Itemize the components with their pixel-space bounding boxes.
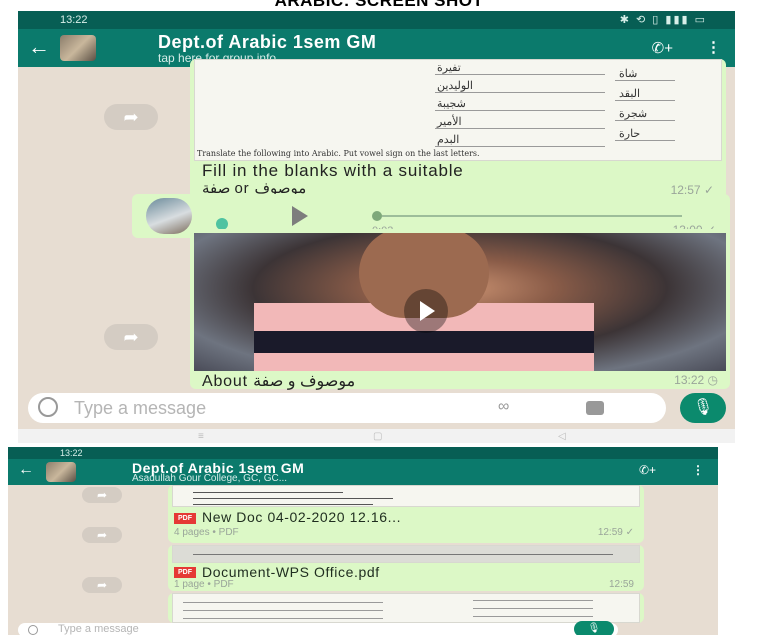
forward-icon[interactable]: ➦ <box>82 487 122 503</box>
image-message[interactable]: تفيرة الوليدين شجيبة الأمير البدم شاة ال… <box>190 59 726 199</box>
mic-button[interactable]: 🎙 <box>680 393 726 423</box>
message-time: 12:59 <box>608 579 634 590</box>
rule-line <box>473 600 593 601</box>
audio-seek-handle[interactable] <box>372 211 382 221</box>
status-bar: 13:22 <box>8 447 718 459</box>
back-arrow-icon[interactable]: ← <box>28 34 50 60</box>
camera-icon[interactable] <box>586 401 604 415</box>
rule-line <box>193 492 343 493</box>
message-input[interactable]: Type a message <box>58 623 139 635</box>
arabic-word: شجيبة <box>437 97 466 110</box>
document-meta: 4 pages • PDF <box>174 527 239 538</box>
message-input-bar[interactable]: Type a message <box>18 623 618 635</box>
rule-line <box>473 608 593 609</box>
arabic-word: الوليدين <box>437 79 473 92</box>
rule-line <box>435 128 605 129</box>
rule-line <box>435 92 605 93</box>
document-photo[interactable] <box>172 593 640 623</box>
rule-line <box>473 616 593 617</box>
nav-home-icon[interactable]: ▢ <box>373 431 382 442</box>
arabic-word: البدم <box>437 133 460 146</box>
sender-avatar <box>146 198 192 234</box>
document-preview <box>172 485 640 507</box>
arabic-word: الأمير <box>437 115 462 128</box>
avatar[interactable] <box>60 35 96 61</box>
message-input[interactable]: Type a message <box>74 398 206 419</box>
arabic-word: البقد <box>619 87 641 100</box>
pdf-icon: PDF <box>174 513 196 524</box>
screenshot-1: 13:22 ✱ ⟲ ▯ ▮▮▮ ▭ ← Dept.of Arabic 1sem … <box>18 11 735 443</box>
android-nav-bar: ≡ ▢ ◁ <box>18 429 735 443</box>
menu-dots-icon[interactable]: ⋮ <box>692 463 704 477</box>
status-bar: 13:22 ✱ ⟲ ▯ ▮▮▮ ▭ <box>18 11 735 29</box>
nav-menu-icon[interactable]: ≡ <box>198 431 204 442</box>
pdf-icon: PDF <box>174 567 196 578</box>
video-thumbnail[interactable] <box>194 233 726 371</box>
arabic-word: شجرة <box>619 107 648 120</box>
rule-line <box>615 80 675 81</box>
video-message[interactable]: About موصوف و صفة 13:22 ◷ <box>190 229 730 390</box>
call-add-icon[interactable]: ✆+ <box>652 39 673 57</box>
mic-button[interactable]: 🎙 <box>574 621 614 635</box>
message-time: 13:22 ◷ <box>674 373 718 387</box>
forward-icon[interactable]: ➦ <box>104 324 158 350</box>
avatar[interactable] <box>46 462 76 482</box>
back-arrow-icon[interactable]: ← <box>18 461 34 479</box>
rule-line <box>193 504 373 505</box>
rule-line <box>615 140 675 141</box>
image-caption-line1: Fill in the blanks with a suitable <box>202 161 464 180</box>
document-photo[interactable]: تفيرة الوليدين شجيبة الأمير البدم شاة ال… <box>194 59 722 161</box>
forward-icon[interactable]: ➦ <box>82 527 122 543</box>
emoji-icon[interactable] <box>28 625 38 635</box>
rule-line <box>435 146 605 147</box>
status-time: 13:22 <box>60 448 83 458</box>
attach-icon[interactable]: ∞ <box>498 398 509 416</box>
rule-line <box>615 120 675 121</box>
chat-header[interactable]: ← Dept.of Arabic 1sem GM Asadullah Gour … <box>8 459 718 485</box>
group-subtitle[interactable]: Asadullah Gour College, GC, GC... <box>132 473 287 484</box>
status-icons: ✱ ⟲ ▯ ▮▮▮ ▭ <box>619 14 707 26</box>
rule-line <box>183 618 383 619</box>
document-meta: 1 page • PDF <box>174 579 234 590</box>
rule-line <box>183 602 383 603</box>
document-name[interactable]: New Doc 04-02-2020 12.16... <box>202 509 401 525</box>
arabic-word: حارة <box>619 127 641 140</box>
message-time: 12:59 ✓ <box>597 527 634 538</box>
rule-line <box>435 74 605 75</box>
document-message[interactable]: PDF Document-WPS Office.pdf 1 page • PDF… <box>168 545 644 591</box>
audio-progress-track[interactable] <box>382 215 682 217</box>
arabic-word: شاة <box>619 67 638 80</box>
call-add-icon[interactable]: ✆+ <box>639 463 656 477</box>
play-icon[interactable] <box>292 206 308 226</box>
page-title: ARABIC: SCREEN SHOT <box>274 0 484 10</box>
message-input-bar[interactable]: Type a message ∞ <box>28 393 666 423</box>
screenshot-2: 13:22 ← Dept.of Arabic 1sem GM Asadullah… <box>8 447 718 635</box>
document-message[interactable]: PDF New Doc 04-02-2020 12.16... 4 pages … <box>168 485 644 543</box>
nav-back-icon[interactable]: ◁ <box>558 431 566 442</box>
forward-icon[interactable]: ➦ <box>104 104 158 130</box>
group-title[interactable]: Dept.of Arabic 1sem GM <box>158 32 376 53</box>
rule-line <box>193 554 613 555</box>
document-name[interactable]: Document-WPS Office.pdf <box>202 564 380 580</box>
menu-dots-icon[interactable]: ⋮ <box>706 38 721 56</box>
video-caption: About موصوف و صفة <box>202 373 356 390</box>
printed-instruction: Translate the following into Arabic. Put… <box>197 149 480 158</box>
rule-line <box>193 498 393 499</box>
image-message[interactable] <box>168 593 644 623</box>
rule-line <box>615 100 675 101</box>
forward-icon[interactable]: ➦ <box>82 577 122 593</box>
rule-line <box>435 110 605 111</box>
document-preview <box>172 545 640 563</box>
arabic-word: تفيرة <box>437 61 461 74</box>
video-play-icon[interactable] <box>404 289 448 333</box>
emoji-icon[interactable] <box>38 397 58 417</box>
rule-line <box>183 610 383 611</box>
status-time: 13:22 <box>60 14 88 26</box>
